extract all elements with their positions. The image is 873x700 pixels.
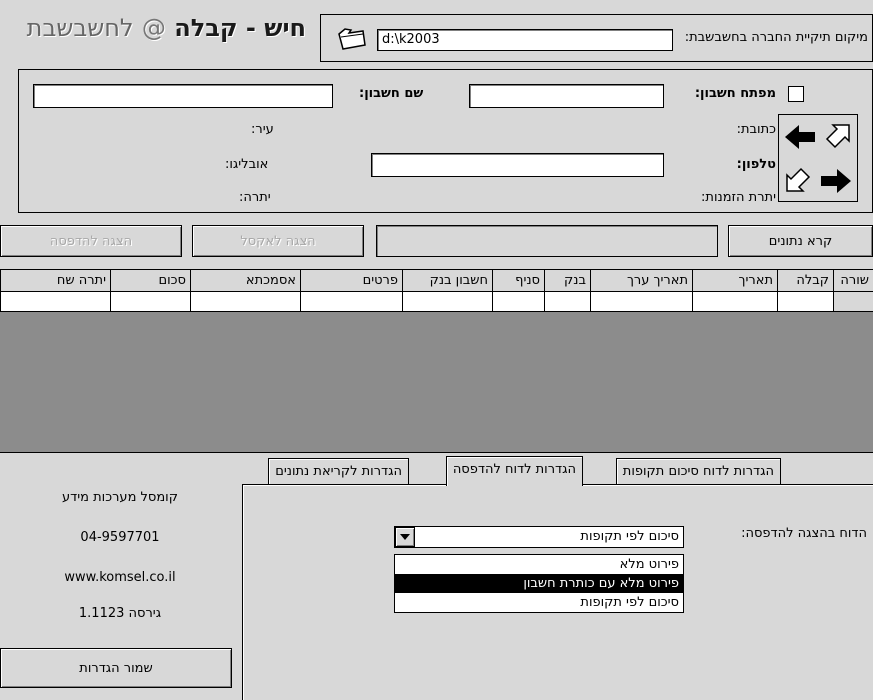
tab-print-report[interactable]: הגדרות לדוח להדפסה xyxy=(445,456,583,486)
col-line[interactable]: שורה xyxy=(833,270,873,291)
company-phone: 04-9597701 xyxy=(80,530,160,545)
grid-cell[interactable] xyxy=(833,292,873,311)
col-bank-account[interactable]: חשבון בנק xyxy=(402,270,492,291)
company-website[interactable]: www.komsel.co.il xyxy=(20,570,220,585)
tab-period-summary[interactable]: הגדרות לדוח סיכום תקופות xyxy=(615,458,781,484)
title-main: חיש - קבלה xyxy=(174,14,306,42)
col-details[interactable]: פרטים xyxy=(300,270,402,291)
prev-record-icon[interactable] xyxy=(783,123,817,151)
save-settings-button[interactable]: שמור הגדרות xyxy=(0,648,232,688)
col-reference[interactable]: אסמכתא xyxy=(190,270,300,291)
report-type-value: סיכום לפי תקופות xyxy=(580,529,679,544)
phone-input[interactable] xyxy=(371,153,664,177)
account-name-input[interactable] xyxy=(33,84,333,108)
col-receipt[interactable]: קבלה xyxy=(777,270,833,291)
balance-label: יתרה: xyxy=(239,190,271,205)
account-panel: מפתח חשבון: שם חשבון: כתובת: עיר: טלפון:… xyxy=(18,69,873,213)
last-record-icon[interactable] xyxy=(783,165,813,195)
account-checkbox[interactable] xyxy=(788,86,804,102)
grid-cell[interactable] xyxy=(492,292,544,311)
company-path-label: מיקום תיקיית החברה בחשבשבת: xyxy=(684,30,868,45)
grid-cell[interactable] xyxy=(110,292,190,311)
grid-cell[interactable] xyxy=(692,292,777,311)
col-balance[interactable]: יתרה שח xyxy=(0,270,110,291)
show-excel-button[interactable]: הצגה לאקסל xyxy=(192,225,364,257)
grid-cell[interactable] xyxy=(590,292,692,311)
next-record-icon[interactable] xyxy=(819,167,853,195)
col-date[interactable]: תאריך xyxy=(692,270,777,291)
show-print-button[interactable]: הצגה להדפסה xyxy=(0,225,182,257)
first-record-icon[interactable] xyxy=(823,121,853,151)
report-type-select[interactable]: סיכום לפי תקופות xyxy=(394,526,684,548)
tab-read-data[interactable]: הגדרות לקריאת נתונים xyxy=(268,458,409,484)
grid-cell[interactable] xyxy=(544,292,590,311)
account-key-input[interactable] xyxy=(469,84,664,108)
col-bank[interactable]: בנק xyxy=(544,270,590,291)
nav-arrows xyxy=(778,114,858,202)
title-suffix: לחשבשבת xyxy=(26,14,134,42)
company-path-panel: מיקום תיקיית החברה בחשבשבת: d:\k2003 xyxy=(320,14,873,62)
dropdown-option[interactable]: פירוט מלא עם כותרת חשבון xyxy=(395,574,683,593)
account-name-label: שם חשבון: xyxy=(359,86,424,101)
receipts-grid[interactable]: שורה קבלה תאריך תאריך ערך בנק סניף חשבון… xyxy=(0,269,873,453)
col-branch[interactable]: סניף xyxy=(492,270,544,291)
report-type-label: הדוח בהצגה להדפסה: xyxy=(741,526,867,541)
grid-cell[interactable] xyxy=(300,292,402,311)
col-amount[interactable]: סכום xyxy=(110,270,190,291)
company-name: קומסל מערכות מידע xyxy=(62,490,178,505)
settings-tabs: הגדרות לדוח סיכום תקופות הגדרות לדוח להד… xyxy=(242,456,873,700)
folder-icon[interactable] xyxy=(337,25,367,51)
company-path-input[interactable]: d:\k2003 xyxy=(377,29,673,51)
col-value-date[interactable]: תאריך ערך xyxy=(590,270,692,291)
read-data-button[interactable]: קרא נתונים xyxy=(728,225,873,257)
city-label: עיר: xyxy=(251,122,274,137)
status-display xyxy=(376,225,718,257)
dropdown-option[interactable]: פירוט מלא xyxy=(395,555,683,574)
account-key-label: מפתח חשבון: xyxy=(694,86,776,101)
dropdown-option[interactable]: סיכום לפי תקופות xyxy=(395,593,683,612)
table-row[interactable] xyxy=(0,292,873,312)
grid-header: שורה קבלה תאריך תאריך ערך בנק סניף חשבון… xyxy=(0,270,873,292)
app-title: חיש - קבלה @ לחשבשבת xyxy=(6,14,306,44)
at-icon: @ xyxy=(141,14,166,42)
chevron-down-icon[interactable] xyxy=(395,527,415,547)
report-type-dropdown: פירוט מלא פירוט מלא עם כותרת חשבון סיכום… xyxy=(394,554,684,613)
order-balance-label: יתרת הזמנות: xyxy=(701,190,776,205)
grid-cell[interactable] xyxy=(777,292,833,311)
address-label: כתובת: xyxy=(736,122,776,137)
grid-cell[interactable] xyxy=(0,292,110,311)
version-label: גירסה 1.1123 xyxy=(78,606,162,621)
obligo-label: אובליגו: xyxy=(225,157,269,172)
phone-label: טלפון: xyxy=(736,157,776,172)
grid-cell[interactable] xyxy=(190,292,300,311)
grid-cell[interactable] xyxy=(402,292,492,311)
